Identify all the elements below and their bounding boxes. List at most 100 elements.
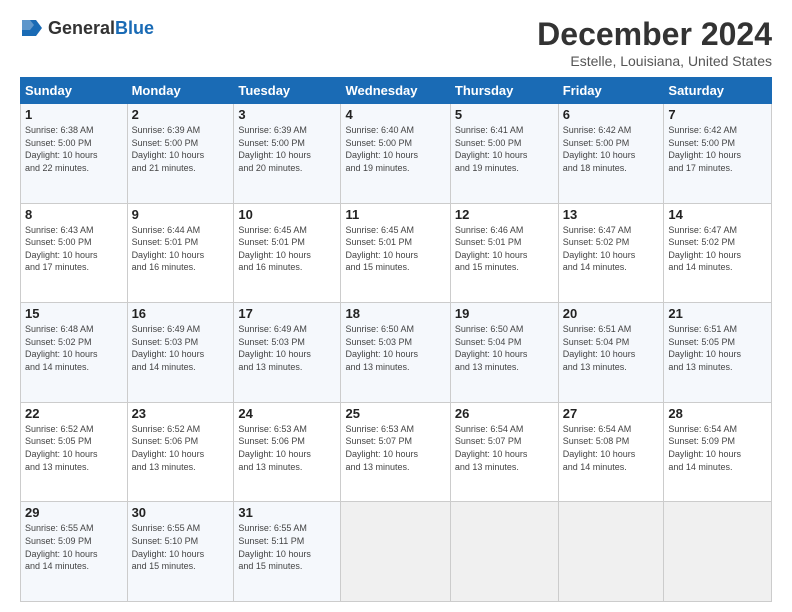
calendar-cell: 11 Sunrise: 6:45 AM Sunset: 5:01 PM Dayli… xyxy=(341,203,450,303)
day-number: 9 xyxy=(132,207,230,222)
calendar-cell: 18 Sunrise: 6:50 AM Sunset: 5:03 PM Dayli… xyxy=(341,303,450,403)
calendar-cell: 21 Sunrise: 6:51 AM Sunset: 5:05 PM Dayli… xyxy=(664,303,772,403)
calendar-cell xyxy=(450,502,558,602)
day-info: Sunrise: 6:51 AM Sunset: 5:04 PM Dayligh… xyxy=(563,323,660,373)
day-number: 20 xyxy=(563,306,660,321)
calendar-cell: 1Sunrise: 6:38 AM Sunset: 5:00 PM Daylig… xyxy=(21,104,128,204)
day-info: Sunrise: 6:54 AM Sunset: 5:07 PM Dayligh… xyxy=(455,423,554,473)
day-info: Sunrise: 6:45 AM Sunset: 5:01 PM Dayligh… xyxy=(238,224,336,274)
day-info: Sunrise: 6:47 AM Sunset: 5:02 PM Dayligh… xyxy=(668,224,767,274)
day-info: Sunrise: 6:42 AM Sunset: 5:00 PM Dayligh… xyxy=(563,124,660,174)
calendar-cell: 19Sunrise: 6:50 AM Sunset: 5:04 PM Dayli… xyxy=(450,303,558,403)
day-info: Sunrise: 6:49 AM Sunset: 5:03 PM Dayligh… xyxy=(132,323,230,373)
day-number: 21 xyxy=(668,306,767,321)
day-info: Sunrise: 6:55 AM Sunset: 5:11 PM Dayligh… xyxy=(238,522,336,572)
day-info: Sunrise: 6:44 AM Sunset: 5:01 PM Dayligh… xyxy=(132,224,230,274)
calendar-cell: 22 Sunrise: 6:52 AM Sunset: 5:05 PM Dayli… xyxy=(21,402,128,502)
calendar-cell: 29 Sunrise: 6:55 AM Sunset: 5:09 PM Dayli… xyxy=(21,502,128,602)
day-number: 16 xyxy=(132,306,230,321)
day-number: 15 xyxy=(25,306,123,321)
calendar-cell: 27Sunrise: 6:54 AM Sunset: 5:08 PM Dayli… xyxy=(558,402,664,502)
calendar-cell: 3 Sunrise: 6:39 AM Sunset: 5:00 PM Daylig… xyxy=(234,104,341,204)
day-number: 29 xyxy=(25,505,123,520)
day-info: Sunrise: 6:55 AM Sunset: 5:10 PM Dayligh… xyxy=(132,522,230,572)
day-number: 26 xyxy=(455,406,554,421)
calendar-cell: 15 Sunrise: 6:48 AM Sunset: 5:02 PM Dayli… xyxy=(21,303,128,403)
weekday-header-tuesday: Tuesday xyxy=(234,78,341,104)
day-number: 1 xyxy=(25,107,123,122)
calendar-week-2: 8 Sunrise: 6:43 AM Sunset: 5:00 PM Daylig… xyxy=(21,203,772,303)
day-info: Sunrise: 6:41 AM Sunset: 5:00 PM Dayligh… xyxy=(455,124,554,174)
weekday-header-thursday: Thursday xyxy=(450,78,558,104)
day-info: Sunrise: 6:45 AM Sunset: 5:01 PM Dayligh… xyxy=(345,224,445,274)
day-number: 18 xyxy=(345,306,445,321)
day-number: 7 xyxy=(668,107,767,122)
calendar-cell: 12Sunrise: 6:46 AM Sunset: 5:01 PM Dayli… xyxy=(450,203,558,303)
calendar-cell: 17 Sunrise: 6:49 AM Sunset: 5:03 PM Dayli… xyxy=(234,303,341,403)
day-number: 11 xyxy=(345,207,445,222)
day-number: 2 xyxy=(132,107,230,122)
header: GeneralBlue December 2024 Estelle, Louis… xyxy=(20,16,772,69)
calendar-week-4: 22 Sunrise: 6:52 AM Sunset: 5:05 PM Dayli… xyxy=(21,402,772,502)
weekday-header-sunday: Sunday xyxy=(21,78,128,104)
day-number: 19 xyxy=(455,306,554,321)
calendar-week-5: 29 Sunrise: 6:55 AM Sunset: 5:09 PM Dayli… xyxy=(21,502,772,602)
calendar-cell: 28 Sunrise: 6:54 AM Sunset: 5:09 PM Dayli… xyxy=(664,402,772,502)
day-info: Sunrise: 6:50 AM Sunset: 5:03 PM Dayligh… xyxy=(345,323,445,373)
day-info: Sunrise: 6:54 AM Sunset: 5:09 PM Dayligh… xyxy=(668,423,767,473)
day-info: Sunrise: 6:55 AM Sunset: 5:09 PM Dayligh… xyxy=(25,522,123,572)
day-info: Sunrise: 6:43 AM Sunset: 5:00 PM Dayligh… xyxy=(25,224,123,274)
day-info: Sunrise: 6:53 AM Sunset: 5:06 PM Dayligh… xyxy=(238,423,336,473)
calendar-cell: 2Sunrise: 6:39 AM Sunset: 5:00 PM Daylig… xyxy=(127,104,234,204)
day-info: Sunrise: 6:52 AM Sunset: 5:05 PM Dayligh… xyxy=(25,423,123,473)
day-info: Sunrise: 6:39 AM Sunset: 5:00 PM Dayligh… xyxy=(238,124,336,174)
main-title: December 2024 xyxy=(537,16,772,53)
calendar-cell: 6 Sunrise: 6:42 AM Sunset: 5:00 PM Daylig… xyxy=(558,104,664,204)
day-number: 22 xyxy=(25,406,123,421)
calendar-cell: 10Sunrise: 6:45 AM Sunset: 5:01 PM Dayli… xyxy=(234,203,341,303)
day-info: Sunrise: 6:53 AM Sunset: 5:07 PM Dayligh… xyxy=(345,423,445,473)
calendar-cell: 30 Sunrise: 6:55 AM Sunset: 5:10 PM Dayli… xyxy=(127,502,234,602)
weekday-header-wednesday: Wednesday xyxy=(341,78,450,104)
day-number: 5 xyxy=(455,107,554,122)
subtitle: Estelle, Louisiana, United States xyxy=(537,53,772,69)
calendar-cell xyxy=(558,502,664,602)
logo: GeneralBlue xyxy=(20,16,154,40)
day-info: Sunrise: 6:47 AM Sunset: 5:02 PM Dayligh… xyxy=(563,224,660,274)
calendar-cell: 7 Sunrise: 6:42 AM Sunset: 5:00 PM Daylig… xyxy=(664,104,772,204)
day-number: 23 xyxy=(132,406,230,421)
day-number: 13 xyxy=(563,207,660,222)
calendar-cell xyxy=(341,502,450,602)
calendar-cell: 23 Sunrise: 6:52 AM Sunset: 5:06 PM Dayli… xyxy=(127,402,234,502)
day-info: Sunrise: 6:52 AM Sunset: 5:06 PM Dayligh… xyxy=(132,423,230,473)
day-number: 28 xyxy=(668,406,767,421)
day-number: 12 xyxy=(455,207,554,222)
day-info: Sunrise: 6:42 AM Sunset: 5:00 PM Dayligh… xyxy=(668,124,767,174)
day-number: 31 xyxy=(238,505,336,520)
calendar-week-1: 1Sunrise: 6:38 AM Sunset: 5:00 PM Daylig… xyxy=(21,104,772,204)
page: GeneralBlue December 2024 Estelle, Louis… xyxy=(0,0,792,612)
day-number: 3 xyxy=(238,107,336,122)
calendar-cell: 4Sunrise: 6:40 AM Sunset: 5:00 PM Daylig… xyxy=(341,104,450,204)
calendar-header-row: SundayMondayTuesdayWednesdayThursdayFrid… xyxy=(21,78,772,104)
day-info: Sunrise: 6:48 AM Sunset: 5:02 PM Dayligh… xyxy=(25,323,123,373)
day-number: 8 xyxy=(25,207,123,222)
calendar-cell: 13 Sunrise: 6:47 AM Sunset: 5:02 PM Dayli… xyxy=(558,203,664,303)
calendar-cell: 16 Sunrise: 6:49 AM Sunset: 5:03 PM Dayli… xyxy=(127,303,234,403)
day-number: 14 xyxy=(668,207,767,222)
day-number: 17 xyxy=(238,306,336,321)
calendar-cell: 20 Sunrise: 6:51 AM Sunset: 5:04 PM Dayli… xyxy=(558,303,664,403)
day-info: Sunrise: 6:40 AM Sunset: 5:00 PM Dayligh… xyxy=(345,124,445,174)
day-info: Sunrise: 6:49 AM Sunset: 5:03 PM Dayligh… xyxy=(238,323,336,373)
day-number: 25 xyxy=(345,406,445,421)
calendar-table: SundayMondayTuesdayWednesdayThursdayFrid… xyxy=(20,77,772,602)
day-number: 30 xyxy=(132,505,230,520)
calendar-cell: 25 Sunrise: 6:53 AM Sunset: 5:07 PM Dayli… xyxy=(341,402,450,502)
calendar-week-3: 15 Sunrise: 6:48 AM Sunset: 5:02 PM Dayli… xyxy=(21,303,772,403)
day-number: 6 xyxy=(563,107,660,122)
calendar-cell: 14 Sunrise: 6:47 AM Sunset: 5:02 PM Dayli… xyxy=(664,203,772,303)
weekday-header-friday: Friday xyxy=(558,78,664,104)
day-info: Sunrise: 6:51 AM Sunset: 5:05 PM Dayligh… xyxy=(668,323,767,373)
calendar-cell xyxy=(664,502,772,602)
calendar-cell: 31 Sunrise: 6:55 AM Sunset: 5:11 PM Dayli… xyxy=(234,502,341,602)
